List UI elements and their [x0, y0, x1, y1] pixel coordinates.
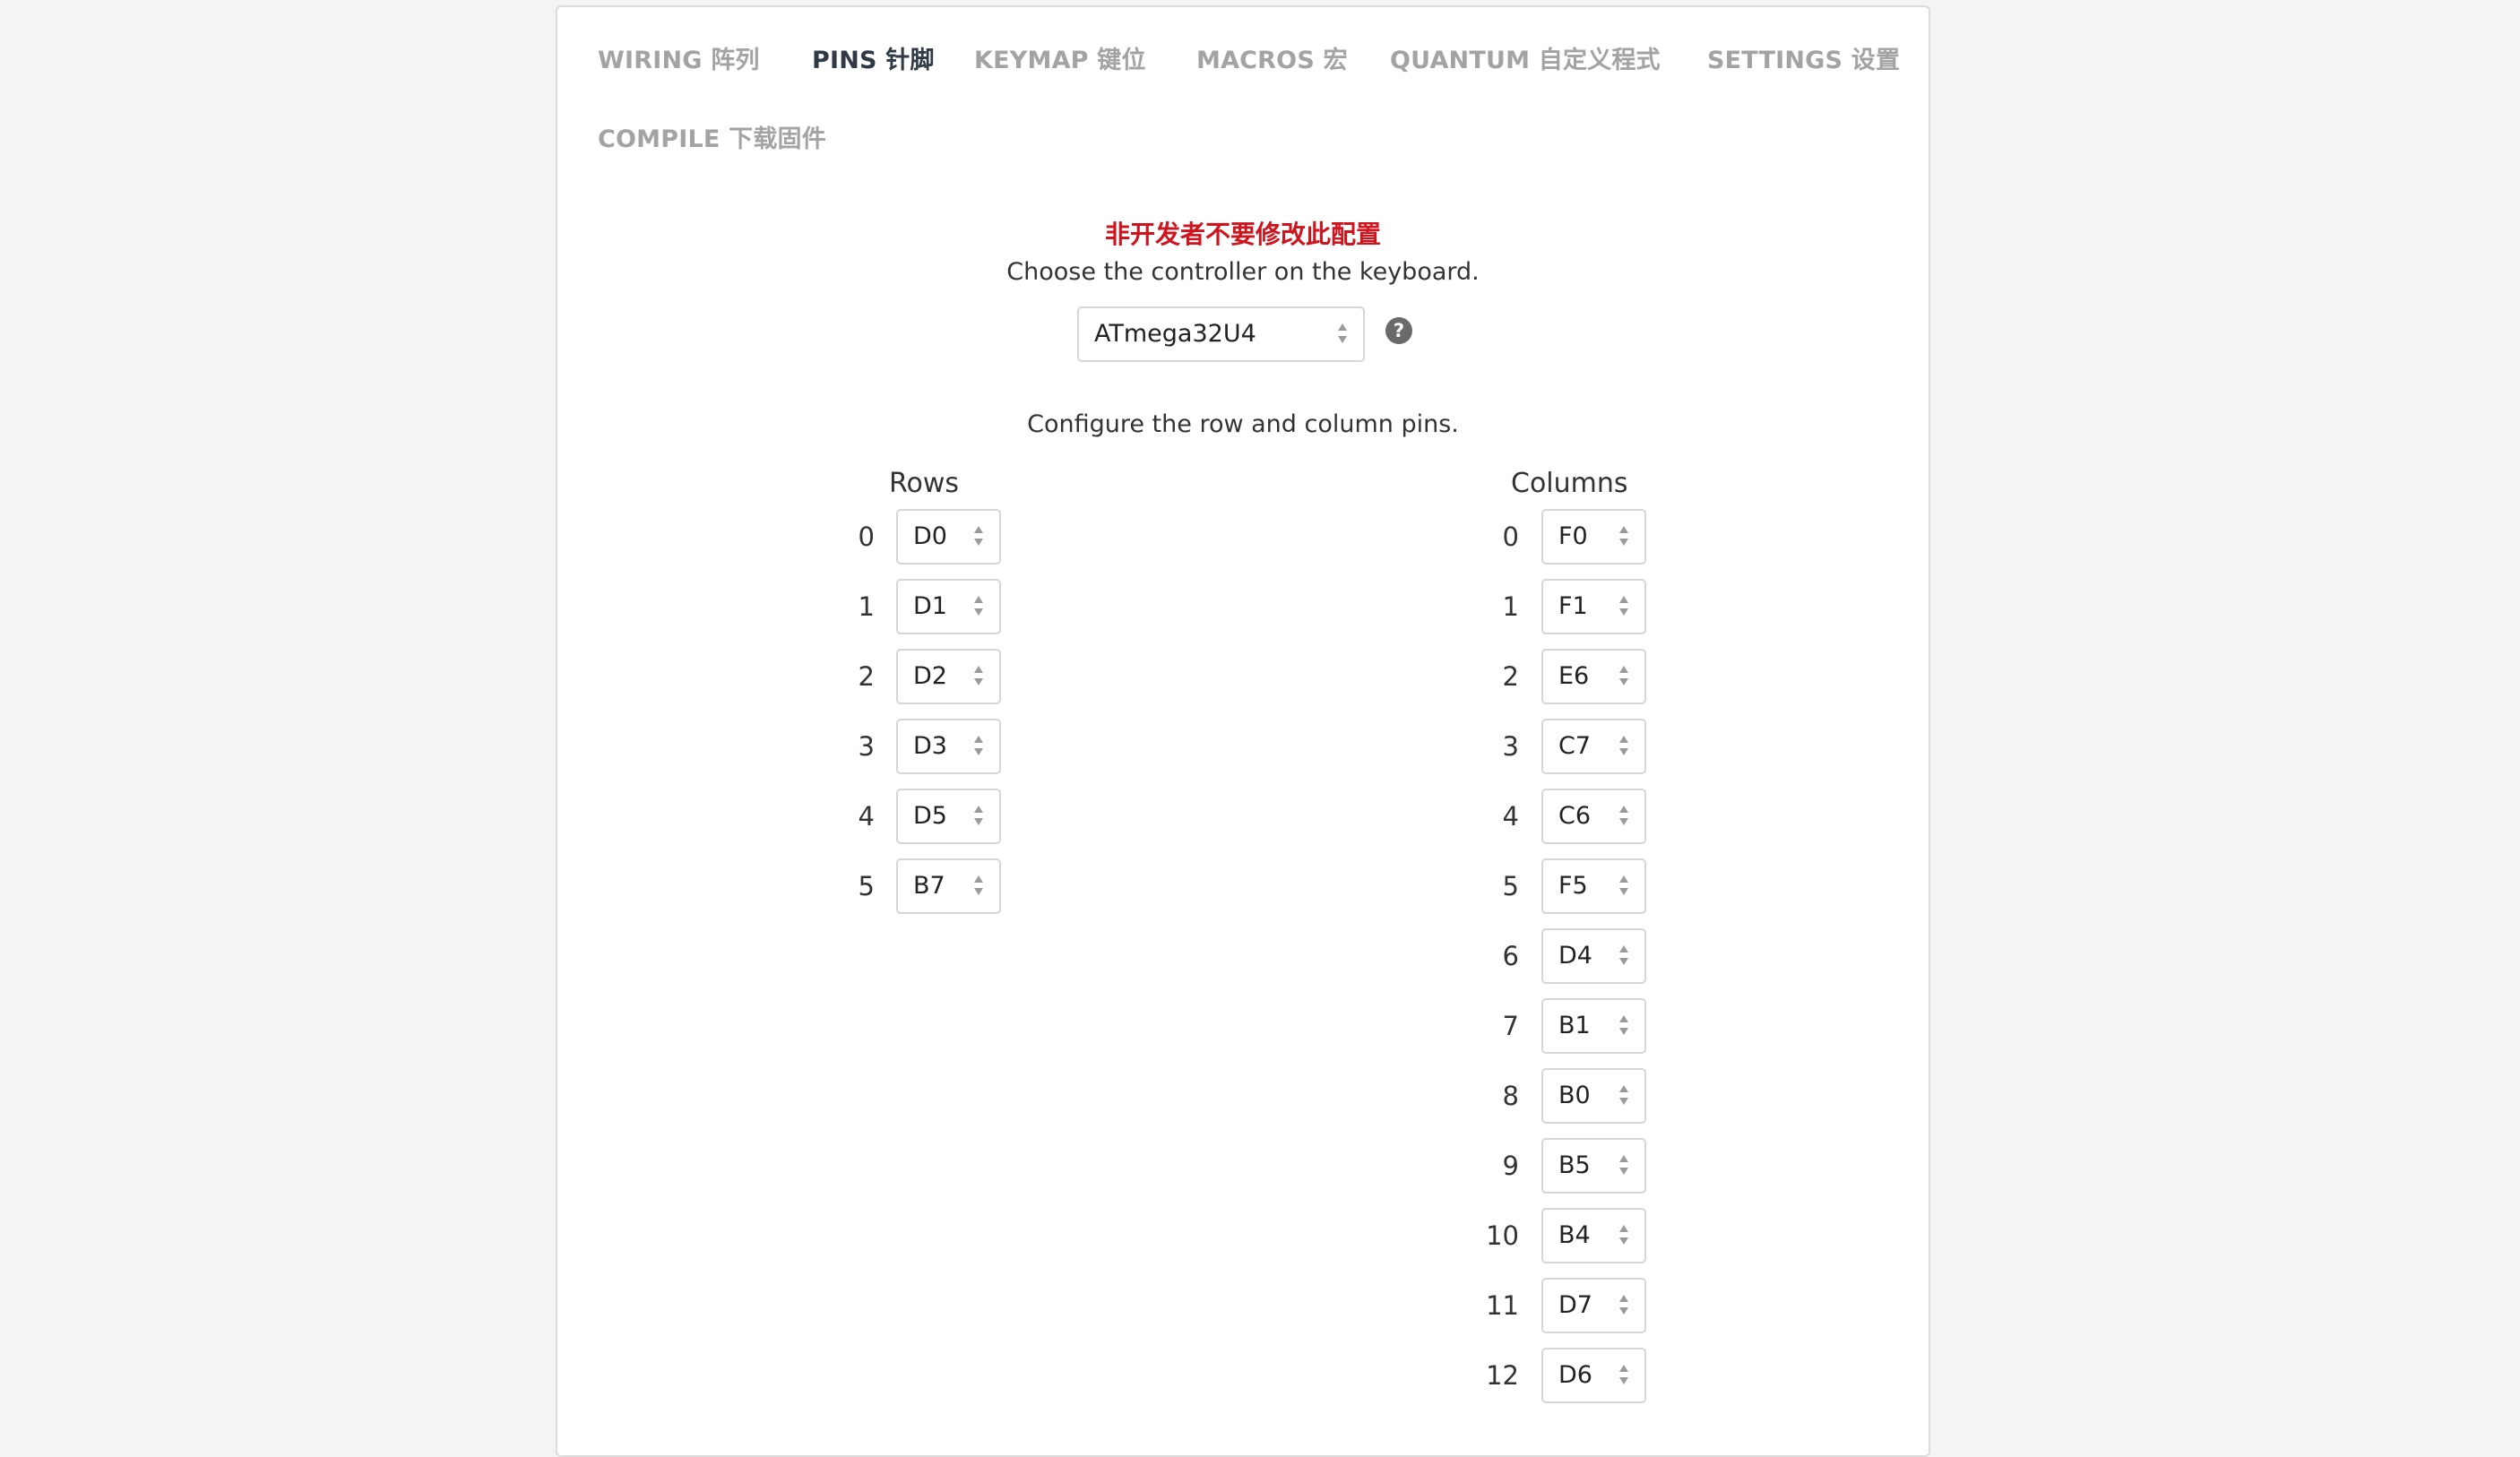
columns-index-label: 5 — [1502, 871, 1519, 901]
columns-pin-value: B0 — [1558, 1082, 1591, 1109]
select-arrows-icon — [1619, 1082, 1628, 1109]
tab-wiring[interactable]: WIRING 阵列 — [598, 43, 760, 79]
columns-pin-select[interactable]: F1 — [1541, 579, 1646, 634]
controller-select-value: ATmega32U4 — [1094, 320, 1256, 348]
columns-index-label: 10 — [1486, 1220, 1519, 1251]
select-arrows-icon — [1619, 1292, 1628, 1319]
columns-pin-select[interactable]: B5 — [1541, 1138, 1646, 1194]
columns-pin-value: E6 — [1558, 662, 1590, 690]
columns-pin-value: D6 — [1558, 1361, 1592, 1389]
rows-header: Rows — [889, 468, 960, 499]
columns-pin-select[interactable]: E6 — [1541, 649, 1646, 704]
columns-index-label: 3 — [1502, 731, 1519, 762]
columns-index-label: 7 — [1502, 1011, 1519, 1041]
columns-pin-value: D7 — [1558, 1291, 1592, 1319]
columns-pin-value: B5 — [1558, 1151, 1591, 1179]
columns-pin-value: F5 — [1558, 872, 1588, 900]
columns-index-label: 2 — [1502, 661, 1519, 692]
columns-row: 9 B5 — [557, 1138, 1902, 1194]
pins-config-panel: WIRING 阵列 PINS 针脚 KEYMAP 键位 MACROS 宏 QUANTUM… — [556, 5, 1930, 1457]
columns-index-label: 9 — [1502, 1151, 1519, 1181]
columns-pin-select[interactable]: D4 — [1541, 928, 1646, 984]
columns-row: 1 F1 — [557, 579, 1902, 634]
select-arrows-icon — [1619, 1013, 1628, 1039]
columns-pin-select[interactable]: C7 — [1541, 719, 1646, 774]
controller-prompt: Choose the controller on the keyboard. — [1006, 258, 1480, 286]
tab-keymap[interactable]: KEYMAP 键位 — [974, 43, 1146, 79]
tab-compile[interactable]: COMPILE 下载固件 — [598, 122, 826, 158]
columns-row: 11 D7 — [557, 1278, 1902, 1333]
columns-index-label: 0 — [1502, 522, 1519, 552]
columns-row: 10 B4 — [557, 1208, 1902, 1263]
tab-macros[interactable]: MACROS 宏 — [1196, 43, 1348, 79]
columns-row: 8 B0 — [557, 1068, 1902, 1124]
select-arrows-icon — [1619, 943, 1628, 970]
columns-pin-select[interactable]: D7 — [1541, 1278, 1646, 1333]
columns-row: 7 B1 — [557, 998, 1902, 1054]
columns-pin-select[interactable]: F0 — [1541, 509, 1646, 565]
columns-pin-select[interactable]: B0 — [1541, 1068, 1646, 1124]
columns-pin-select[interactable]: B4 — [1541, 1208, 1646, 1263]
columns-row: 0 F0 — [557, 509, 1902, 565]
tab-pins[interactable]: PINS 针脚 — [812, 43, 935, 79]
columns-index-label: 4 — [1502, 801, 1519, 832]
question-circle-icon[interactable]: ? — [1385, 317, 1412, 344]
columns-row: 4 C6 — [557, 789, 1902, 844]
columns-pin-select[interactable]: D6 — [1541, 1348, 1646, 1403]
columns-row: 2 E6 — [557, 649, 1902, 704]
columns-row: 3 C7 — [557, 719, 1902, 774]
select-arrows-icon — [1619, 663, 1628, 690]
columns-row: 12 D6 — [557, 1348, 1902, 1403]
warning-text: 非开发者不要修改此配置 — [1104, 220, 1381, 249]
columns-row: 6 D4 — [557, 928, 1902, 984]
columns-pin-value: B1 — [1558, 1012, 1591, 1039]
columns-index-label: 8 — [1502, 1081, 1519, 1111]
columns-pin-select[interactable]: F5 — [1541, 858, 1646, 914]
columns-pin-value: F0 — [1558, 522, 1588, 550]
select-arrows-icon — [1619, 733, 1628, 760]
select-arrows-icon — [1619, 523, 1628, 550]
tab-settings[interactable]: SETTINGS 设置 — [1707, 43, 1900, 79]
tab-quantum[interactable]: QUANTUM 自定义程式 — [1390, 43, 1661, 79]
columns-header: Columns — [1511, 468, 1628, 499]
columns-index-label: 1 — [1502, 591, 1519, 622]
select-arrows-icon — [1338, 321, 1347, 348]
columns-pin-select[interactable]: C6 — [1541, 789, 1646, 844]
select-arrows-icon — [1619, 1222, 1628, 1249]
columns-index-label: 11 — [1486, 1290, 1519, 1321]
select-arrows-icon — [1619, 1362, 1628, 1389]
columns-row: 5 F5 — [557, 858, 1902, 914]
select-arrows-icon — [1619, 593, 1628, 620]
pins-prompt: Configure the row and column pins. — [1027, 410, 1459, 438]
columns-pin-value: B4 — [1558, 1221, 1591, 1249]
select-arrows-icon — [1619, 873, 1628, 900]
controller-select[interactable]: ATmega32U4 — [1077, 306, 1365, 362]
columns-pin-value: F1 — [1558, 592, 1588, 620]
columns-pin-value: C7 — [1558, 732, 1592, 760]
columns-pin-select[interactable]: B1 — [1541, 998, 1646, 1054]
select-arrows-icon — [1619, 803, 1628, 830]
columns-index-label: 6 — [1502, 941, 1519, 971]
columns-index-label: 12 — [1486, 1360, 1519, 1391]
columns-pin-value: D4 — [1558, 942, 1592, 970]
select-arrows-icon — [1619, 1152, 1628, 1179]
columns-pin-value: C6 — [1558, 802, 1592, 830]
